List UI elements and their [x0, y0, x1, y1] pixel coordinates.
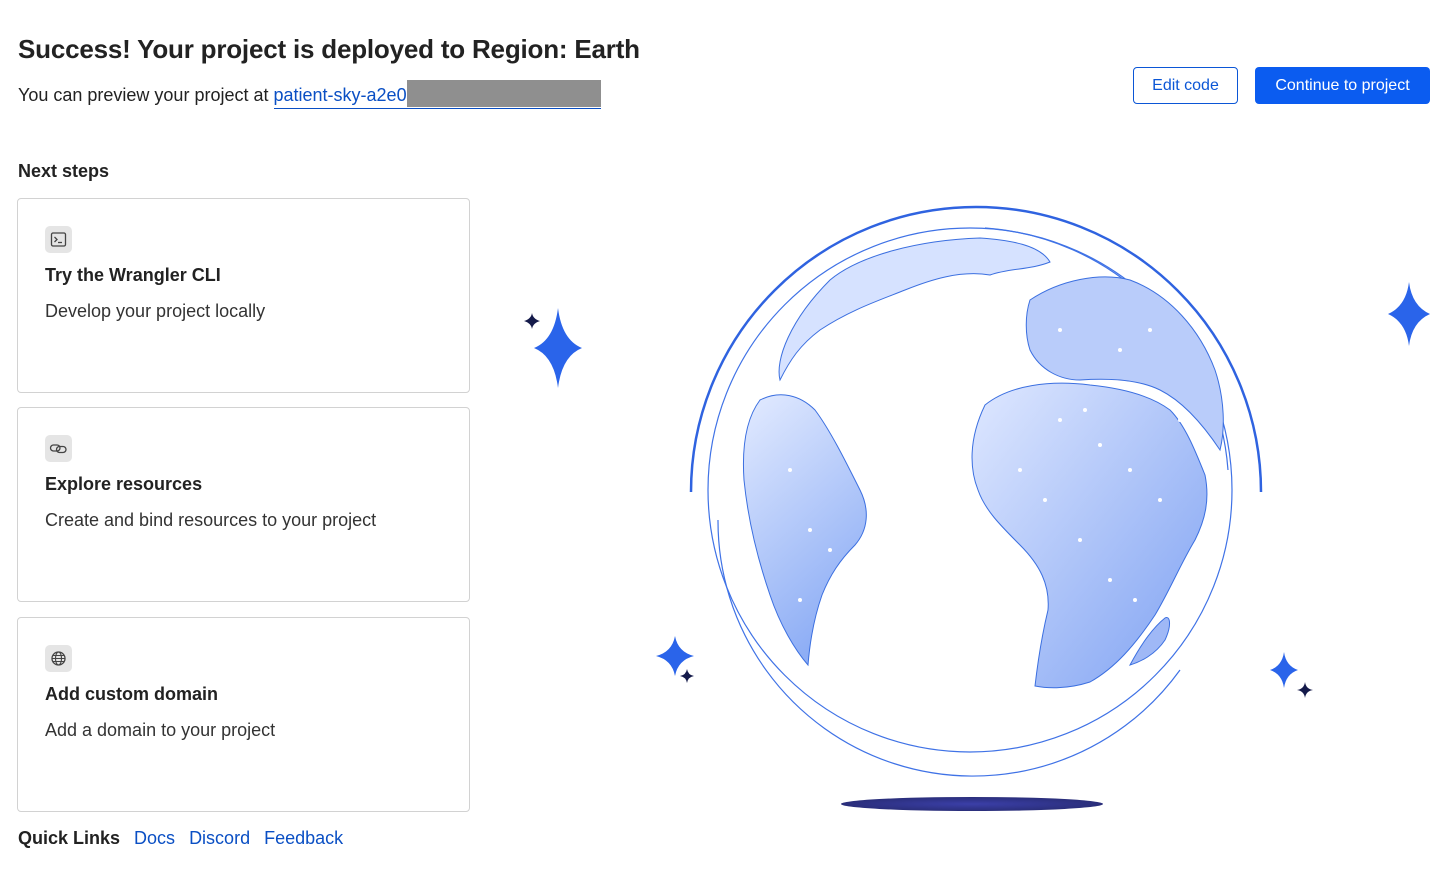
sparkle-icon — [534, 308, 582, 388]
card-description: Develop your project locally — [45, 301, 266, 321]
sparkle-icon — [524, 313, 540, 329]
card-title: Add custom domain — [45, 684, 219, 704]
sparkle-icon — [680, 669, 694, 683]
preview-link[interactable]: patient-sky-a2e0 — [273, 80, 601, 109]
sparkle-icon — [1388, 282, 1430, 346]
sparkle-icon — [1297, 682, 1313, 698]
card-wrangler-cli[interactable]: Try the Wrangler CLI Develop your projec… — [17, 198, 470, 393]
redacted-block — [406, 80, 601, 107]
earth-globe-illustration — [524, 205, 1430, 811]
preview-link-text: patient-sky-a2e0 — [273, 85, 407, 105]
docs-link[interactable]: Docs — [134, 828, 175, 849]
quick-links-label: Quick Links — [18, 828, 121, 848]
card-title: Try the Wrangler CLI — [45, 265, 221, 285]
next-steps-heading: Next steps — [18, 161, 110, 181]
preview-prefix: You can preview your project at — [18, 85, 269, 105]
link-icon — [45, 435, 72, 462]
page-title: Success! Your project is deployed to Reg… — [18, 34, 640, 64]
northern-land — [778, 237, 1051, 382]
deploy-success-page: Success! Your project is deployed to Reg… — [0, 0, 1456, 881]
discord-link[interactable]: Discord — [189, 828, 250, 849]
continue-to-project-button[interactable]: Continue to project — [1255, 67, 1430, 104]
africa — [971, 382, 1208, 689]
sparkle-icon — [1270, 652, 1298, 688]
sparkle-icon — [656, 636, 694, 676]
card-explore-resources[interactable]: Explore resources Create and bind resour… — [17, 407, 470, 602]
terminal-icon — [45, 226, 72, 253]
card-custom-domain[interactable]: Add custom domain Add a domain to your p… — [17, 617, 470, 812]
card-description: Create and bind resources to your projec… — [45, 510, 377, 530]
preview-line: You can preview your project at patient-… — [18, 80, 601, 109]
globe-shadow — [841, 797, 1103, 811]
card-title: Explore resources — [45, 474, 203, 494]
globe-icon — [45, 645, 72, 672]
feedback-link[interactable]: Feedback — [264, 828, 343, 849]
edit-code-button[interactable]: Edit code — [1133, 67, 1238, 104]
card-description: Add a domain to your project — [45, 720, 276, 740]
south-america — [742, 394, 867, 667]
quick-links: Quick Links Docs Discord Feedback — [18, 828, 343, 849]
